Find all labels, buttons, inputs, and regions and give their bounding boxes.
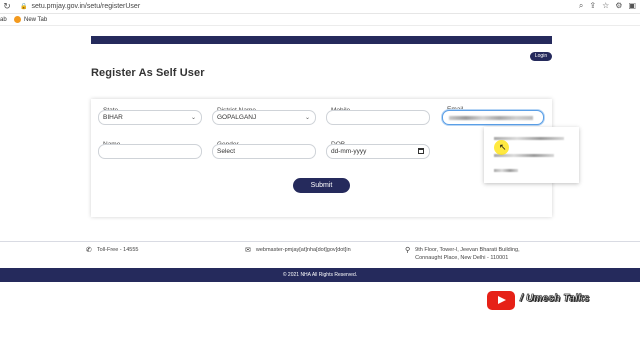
footer-divider: [0, 241, 640, 242]
channel-watermark: / Umesh Talks: [520, 293, 590, 305]
name-input[interactable]: [98, 144, 202, 159]
copyright-bar: © 2021 NHA All Rights Reserved.: [0, 268, 640, 282]
footer-tollfree: ✆ Toll-Free - 14555: [86, 246, 138, 254]
register-form-card: State BIHAR ⌄ District Name GOPALGANJ ⌄ …: [91, 99, 552, 217]
dob-placeholder: dd-mm-yyyy: [331, 148, 367, 155]
reload-icon[interactable]: ↻: [0, 0, 14, 14]
sidebar-icon[interactable]: ▣: [628, 1, 636, 11]
youtube-logo-icon: [487, 291, 515, 310]
district-select[interactable]: GOPALGANJ ⌄: [212, 110, 316, 125]
address-line-2: Connaught Place, New Delhi - 110001: [415, 255, 509, 261]
dob-input[interactable]: dd-mm-yyyy: [326, 144, 430, 159]
share-icon[interactable]: ⇪: [589, 1, 596, 11]
bookmark-apps[interactable]: ab: [0, 17, 7, 23]
bookmark-label: New Tab: [24, 16, 48, 23]
footer-address: ⚲ 9th Floor, Tower-l, Jeevan Bharati Bui…: [405, 246, 520, 262]
chevron-down-icon: ⌄: [304, 114, 310, 121]
lock-icon: 🔒: [20, 4, 28, 10]
new-tab-favicon-icon: [14, 16, 21, 23]
browser-actions: ⌕ ⇪ ☆ ⚙ ▣: [579, 1, 636, 11]
district-value: GOPALGANJ: [217, 114, 257, 121]
extension-icon[interactable]: ⚙: [615, 1, 622, 11]
gender-value: Select: [217, 148, 236, 155]
star-icon[interactable]: ☆: [602, 1, 609, 11]
tollfree-text: Toll-Free - 14555: [96, 247, 139, 253]
browser-toolbar: ↻ 🔒 setu.pmjay.gov.in/setu/registerUser ⌕…: [0, 0, 640, 14]
submit-button[interactable]: Submit: [293, 178, 350, 193]
mail-icon: ✉: [245, 246, 251, 254]
url-text: setu.pmjay.gov.in/setu/registerUser: [31, 3, 141, 10]
footer-email: ✉ webmaster-pmjay[at]nha[dot]gov[dot]in: [245, 246, 351, 254]
email-text[interactable]: webmaster-pmjay[at]nha[dot]gov[dot]in: [256, 246, 351, 254]
mouse-cursor-icon: ↖: [499, 143, 507, 153]
email-autocomplete-dropdown[interactable]: [484, 127, 579, 183]
phone-icon: ✆: [86, 246, 92, 254]
bookmarks-bar: ab New Tab: [0, 14, 640, 26]
email-input[interactable]: [442, 110, 544, 125]
mobile-input[interactable]: [326, 110, 430, 125]
autocomplete-option[interactable]: [494, 169, 518, 172]
page-title: Register As Self User: [91, 67, 205, 79]
state-select[interactable]: BIHAR ⌄: [98, 110, 202, 125]
site-header-bar: [91, 36, 552, 44]
state-value: BIHAR: [103, 114, 123, 121]
gender-select[interactable]: Select: [212, 144, 316, 159]
autocomplete-option[interactable]: [494, 137, 564, 140]
zoom-icon[interactable]: ⌕: [579, 1, 583, 11]
login-button[interactable]: Login: [530, 52, 552, 61]
address-text: 9th Floor, Tower-l, Jeevan Bharati Build…: [415, 246, 519, 262]
location-pin-icon: ⚲: [405, 246, 411, 254]
calendar-icon[interactable]: [418, 148, 424, 154]
bookmark-new-tab[interactable]: New Tab: [14, 16, 47, 23]
chevron-down-icon: ⌄: [190, 114, 196, 121]
email-value-blurred: [449, 116, 533, 120]
address-bar[interactable]: 🔒 setu.pmjay.gov.in/setu/registerUser: [20, 2, 140, 12]
address-line-1: 9th Floor, Tower-l, Jeevan Bharati Build…: [415, 247, 520, 253]
